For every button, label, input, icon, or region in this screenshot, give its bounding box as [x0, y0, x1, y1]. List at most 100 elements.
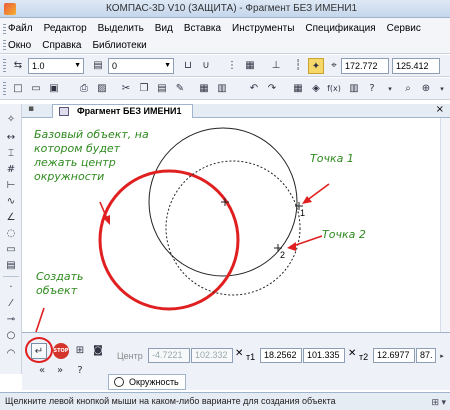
vertical-scrollbar[interactable] — [440, 118, 450, 332]
menu-select[interactable]: Выделить — [98, 23, 144, 34]
auxline-icon[interactable]: ⁄ — [3, 296, 19, 312]
layers-icon[interactable]: ◈ — [308, 81, 324, 97]
cursor-y-value: 125.412 — [396, 61, 429, 71]
cursor-y-field[interactable]: 125.412 — [392, 58, 440, 74]
toolbar-separator — [3, 276, 19, 277]
tab-circle[interactable]: Окружность — [108, 374, 186, 390]
selection-icon[interactable]: ◌ — [3, 226, 19, 242]
properties-icon[interactable]: ▦ — [196, 81, 212, 97]
point-icon[interactable]: · — [3, 280, 19, 296]
menu-view[interactable]: Вид — [155, 23, 173, 34]
menu-insert[interactable]: Вставка — [184, 23, 221, 34]
toolbar-grip-icon[interactable] — [3, 59, 6, 73]
cut-icon[interactable]: ✂ — [118, 81, 134, 97]
save-icon[interactable]: ▣ — [46, 81, 62, 97]
snapshot-icon[interactable]: ◙ — [90, 343, 106, 359]
current-state-toolbar: ⇆ 1.0 ▼ ▤ 0 ▼ ⊔ ∪ ⋮ ▦ ⊥ ┆ ✦ ⌖ 172.772 12… — [0, 55, 450, 77]
chevron-down-icon[interactable]: ▼ — [74, 59, 81, 73]
tab-circle-label: Окружность — [129, 377, 179, 387]
parametrization-icon[interactable]: ∿ — [3, 194, 19, 210]
chevron-down-icon[interactable]: ▾ — [434, 81, 450, 97]
base-object-circle[interactable] — [98, 169, 240, 311]
menu-file[interactable]: Файл — [8, 23, 33, 34]
document-tab-title: Фрагмент БЕЗ ИМЕНИ1 — [77, 106, 182, 116]
next-object-icon[interactable]: » — [52, 363, 68, 379]
menu-libraries[interactable]: Библиотеки — [92, 40, 146, 51]
symbols-icon[interactable]: ⌶ — [3, 146, 19, 162]
stop-icon[interactable]: STOP — [53, 343, 69, 359]
format-brush-icon[interactable]: ✎ — [172, 81, 188, 97]
copy-icon[interactable]: ❐ — [136, 81, 152, 97]
reports-icon[interactable]: ▤ — [3, 258, 19, 274]
new-document-icon[interactable]: □ — [10, 81, 26, 97]
t1-y-field[interactable]: 101.335 — [303, 348, 345, 363]
snap-magnet-icon[interactable]: ∪ — [198, 58, 214, 74]
grid-icon[interactable]: ⋮ — [224, 58, 240, 74]
cursor-grid-icon[interactable]: ▦ — [242, 58, 258, 74]
tree-icon[interactable]: ▥ — [214, 81, 230, 97]
redo-icon[interactable]: ↷ — [264, 81, 280, 97]
undo-icon[interactable]: ↶ — [246, 81, 262, 97]
help-icon[interactable]: ? — [72, 363, 88, 379]
menu-tools[interactable]: Инструменты — [232, 23, 294, 34]
close-icon[interactable]: ✕ — [348, 348, 356, 359]
open-folder-icon[interactable]: ▭ — [28, 81, 44, 97]
print-icon[interactable]: ⎙ — [76, 81, 92, 97]
zoom-icon[interactable]: ⌕ — [400, 81, 416, 97]
layer-icon[interactable]: ▤ — [90, 58, 106, 74]
pin-icon[interactable]: ▪ — [28, 104, 34, 114]
editing-icon[interactable]: ⊢ — [3, 178, 19, 194]
manager-icon[interactable]: ▦ — [290, 81, 306, 97]
chevron-down-icon[interactable]: ▼ — [164, 59, 171, 73]
arc-icon[interactable]: ◠ — [3, 346, 19, 362]
line-style-icon[interactable]: ⇆ — [10, 58, 26, 74]
ortho-icon[interactable]: ⊥ — [268, 58, 284, 74]
zoom-window-icon[interactable]: ⊕ — [418, 81, 434, 97]
tab-fragment[interactable]: Фрагмент БЕЗ ИМЕНИ1 — [52, 104, 193, 118]
t2-x-value: 12.6977 — [377, 350, 410, 360]
chevron-down-icon[interactable]: ▾ — [382, 81, 398, 97]
menu-help[interactable]: Справка — [42, 40, 81, 51]
line-style-select[interactable]: 1.0 ▼ — [28, 58, 84, 74]
grid-table-icon[interactable]: # — [3, 162, 19, 178]
snap-icon[interactable]: ⊸ — [3, 312, 19, 328]
magnet-icon[interactable]: ⊔ — [180, 58, 196, 74]
vertical-line-icon[interactable]: ┆ — [290, 58, 306, 74]
center-x-field[interactable]: -4.7221 — [148, 348, 190, 363]
close-icon[interactable]: ✕ — [235, 348, 243, 359]
coords-icon[interactable]: ⌖ — [326, 58, 342, 74]
spec-icon[interactable]: ▭ — [3, 242, 19, 258]
panel-scroll-icon[interactable]: ▸ — [436, 348, 448, 364]
auto-create-icon[interactable]: ⊞ — [72, 343, 88, 359]
t1-x-field[interactable]: 18.2562 — [260, 348, 302, 363]
create-object-button[interactable]: ↵ — [31, 343, 47, 359]
toolbar-grip-icon[interactable] — [3, 82, 6, 96]
measure-icon[interactable]: ∠ — [3, 210, 19, 226]
snap-toggle-icon[interactable]: ✦ — [308, 58, 324, 74]
variables-icon[interactable]: f(x) — [326, 81, 342, 97]
print-preview-icon[interactable]: ▨ — [94, 81, 110, 97]
menu-window[interactable]: Окно — [8, 40, 31, 51]
t2-x-field[interactable]: 12.6977 — [373, 348, 415, 363]
center-y-field[interactable]: 102.332 — [191, 348, 233, 363]
status-pin-icon[interactable]: ⊞ ▾ — [431, 394, 446, 410]
t2-y-field[interactable]: 87. — [416, 348, 436, 363]
circle-tool-icon[interactable]: ○ — [3, 328, 19, 344]
geometry-icon[interactable]: ✧ — [3, 112, 19, 128]
menu-service[interactable]: Сервис — [387, 23, 421, 34]
menu-editor[interactable]: Редактор — [44, 23, 87, 34]
menu-grip-icon[interactable] — [3, 24, 6, 36]
cursor-x-field[interactable]: 172.772 — [341, 58, 389, 74]
center-x-value: -4.7221 — [152, 350, 183, 360]
drawing-canvas[interactable]: Базовый объект, на котором будет лежать … — [22, 118, 440, 332]
menu-specification[interactable]: Спецификация — [305, 23, 375, 34]
layer-select[interactable]: 0 ▼ — [108, 58, 174, 74]
dimensions-icon[interactable]: ↔ — [3, 130, 19, 146]
menu-grip-icon[interactable] — [3, 40, 6, 52]
prev-object-icon[interactable]: « — [34, 363, 50, 379]
close-icon[interactable]: × — [436, 104, 444, 115]
paste-icon[interactable]: ▤ — [154, 81, 170, 97]
library-icon[interactable]: ▥ — [346, 81, 362, 97]
kompas-app-icon[interactable] — [4, 2, 16, 15]
help-cursor-icon[interactable]: ? — [364, 81, 380, 97]
